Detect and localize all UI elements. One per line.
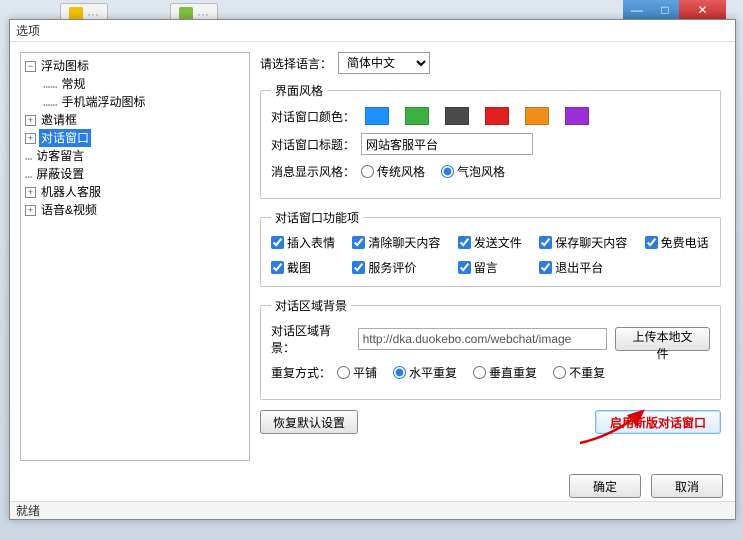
parent-maximize-button[interactable]: □ bbox=[651, 0, 679, 20]
panel-window-features-legend: 对话窗口功能项 bbox=[271, 209, 363, 226]
tree-item-label: 邀请框 bbox=[39, 111, 79, 129]
language-label: 请选择语言： bbox=[260, 55, 332, 72]
repeat-mode-label: 重复方式： bbox=[271, 364, 331, 381]
color-swatch-0[interactable] bbox=[365, 107, 389, 125]
tree-item-label: 浮动图标 bbox=[39, 57, 91, 75]
tree-item-5[interactable]: …访客留言 bbox=[23, 147, 247, 165]
color-swatch-2[interactable] bbox=[445, 107, 469, 125]
feature-checkbox-label: 留言 bbox=[474, 259, 498, 276]
feature-checkbox-label: 发送文件 bbox=[474, 234, 522, 251]
feature-checkbox-label: 插入表情 bbox=[287, 234, 335, 251]
message-style-bubble[interactable]: 气泡风格 bbox=[441, 163, 505, 180]
tree-item-7[interactable]: +机器人客服 bbox=[23, 183, 247, 201]
tree-item-4[interactable]: +对话窗口 bbox=[23, 129, 247, 147]
feature-checkbox-4[interactable]: 免费电话 bbox=[645, 234, 710, 251]
options-dialog: 选项 −浮动图标……常规……手机端浮动图标+邀请框+对话窗口…访客留言…屏蔽设置… bbox=[9, 19, 736, 520]
tree-item-1[interactable]: ……常规 bbox=[23, 75, 247, 93]
feature-checkbox-label: 退出平台 bbox=[555, 259, 603, 276]
feature-checkbox-8[interactable]: 退出平台 bbox=[539, 259, 628, 276]
cancel-button[interactable]: 取消 bbox=[651, 474, 723, 498]
repeat-tile[interactable]: 平铺 bbox=[337, 364, 377, 381]
enable-new-dialog-button[interactable]: 启用新版对话窗口 bbox=[595, 410, 721, 434]
message-style-classic[interactable]: 传统风格 bbox=[361, 163, 425, 180]
tree-item-3[interactable]: +邀请框 bbox=[23, 111, 247, 129]
tree-item-label: 语音&视频 bbox=[39, 201, 99, 219]
collapse-icon[interactable]: − bbox=[25, 61, 36, 72]
tree-item-label: 常规 bbox=[59, 75, 87, 93]
tree-leaf-icon: … bbox=[25, 147, 32, 165]
panel-window-features: 对话窗口功能项 插入表情 清除聊天内容 发送文件 保存聊天内容 免费电话截图 服务评价 留言… bbox=[260, 209, 721, 287]
repeat-none[interactable]: 不重复 bbox=[553, 364, 605, 381]
color-swatch-3[interactable] bbox=[485, 107, 509, 125]
expand-icon[interactable]: + bbox=[25, 115, 36, 126]
repeat-vertical[interactable]: 垂直重复 bbox=[473, 364, 537, 381]
panel-interface-style: 界面风格 对话窗口颜色： 对话窗口标题： 消息显示风格： 传统风格 气泡风格 bbox=[260, 82, 721, 199]
panel-interface-style-legend: 界面风格 bbox=[271, 82, 327, 99]
ok-button[interactable]: 确定 bbox=[569, 474, 641, 498]
background-url-input[interactable] bbox=[358, 328, 608, 350]
language-select[interactable]: 简体中文 bbox=[338, 52, 430, 74]
tree-item-label: 屏蔽设置 bbox=[34, 165, 86, 183]
color-swatch-1[interactable] bbox=[405, 107, 429, 125]
category-tree[interactable]: −浮动图标……常规……手机端浮动图标+邀请框+对话窗口…访客留言…屏蔽设置+机器… bbox=[20, 52, 250, 461]
tree-item-label: 对话窗口 bbox=[39, 129, 91, 147]
feature-checkbox-label: 清除聊天内容 bbox=[368, 234, 440, 251]
panel-chat-background: 对话区域背景 对话区域背景： 上传本地文件 重复方式： 平铺 水平重复 垂直重复… bbox=[260, 297, 721, 400]
feature-checkbox-label: 免费电话 bbox=[661, 234, 709, 251]
tree-leaf-icon: …… bbox=[43, 93, 57, 111]
tree-item-8[interactable]: +语音&视频 bbox=[23, 201, 247, 219]
feature-checkbox-label: 截图 bbox=[287, 259, 311, 276]
expand-icon[interactable]: + bbox=[25, 133, 36, 144]
feature-checkbox-2[interactable]: 发送文件 bbox=[458, 234, 523, 251]
content-panel: 请选择语言： 简体中文 界面风格 对话窗口颜色： 对话窗口标题： 消息显示风格：… bbox=[260, 52, 725, 461]
feature-checkbox-label: 保存聊天内容 bbox=[555, 234, 627, 251]
tree-item-label: 机器人客服 bbox=[39, 183, 103, 201]
expand-icon[interactable]: + bbox=[25, 187, 36, 198]
window-title-label: 对话窗口标题： bbox=[271, 136, 355, 153]
tree-item-6[interactable]: …屏蔽设置 bbox=[23, 165, 247, 183]
background-url-label: 对话区域背景： bbox=[271, 322, 352, 356]
status-bar: 就绪 bbox=[10, 501, 735, 519]
dialog-footer: 确定 取消 bbox=[10, 471, 735, 501]
feature-checkbox-label: 服务评价 bbox=[368, 259, 416, 276]
expand-icon[interactable]: + bbox=[25, 205, 36, 216]
feature-checkbox-6[interactable]: 服务评价 bbox=[352, 259, 441, 276]
tree-item-label: 访客留言 bbox=[34, 147, 86, 165]
window-title-input[interactable] bbox=[361, 133, 533, 155]
feature-checkbox-5[interactable]: 截图 bbox=[271, 259, 336, 276]
feature-checkbox-7[interactable]: 留言 bbox=[458, 259, 523, 276]
feature-checkbox-0[interactable]: 插入表情 bbox=[271, 234, 336, 251]
upload-local-file-button[interactable]: 上传本地文件 bbox=[615, 327, 710, 351]
tree-leaf-icon: …… bbox=[43, 75, 57, 93]
feature-checkbox-3[interactable]: 保存聊天内容 bbox=[539, 234, 628, 251]
color-swatch-5[interactable] bbox=[565, 107, 589, 125]
panel-chat-background-legend: 对话区域背景 bbox=[271, 297, 351, 314]
tree-leaf-icon: … bbox=[25, 165, 32, 183]
dialog-title: 选项 bbox=[10, 20, 735, 42]
window-color-label: 对话窗口颜色： bbox=[271, 108, 355, 125]
feature-checkbox-1[interactable]: 清除聊天内容 bbox=[352, 234, 441, 251]
parent-close-button[interactable]: ✕ bbox=[679, 0, 726, 20]
tree-item-0[interactable]: −浮动图标 bbox=[23, 57, 247, 75]
tree-item-label: 手机端浮动图标 bbox=[59, 93, 147, 111]
reset-defaults-button[interactable]: 恢复默认设置 bbox=[260, 410, 358, 434]
message-style-label: 消息显示风格： bbox=[271, 163, 355, 180]
parent-minimize-button[interactable]: — bbox=[623, 0, 651, 20]
tree-item-2[interactable]: ……手机端浮动图标 bbox=[23, 93, 247, 111]
repeat-horizontal[interactable]: 水平重复 bbox=[393, 364, 457, 381]
color-swatch-4[interactable] bbox=[525, 107, 549, 125]
